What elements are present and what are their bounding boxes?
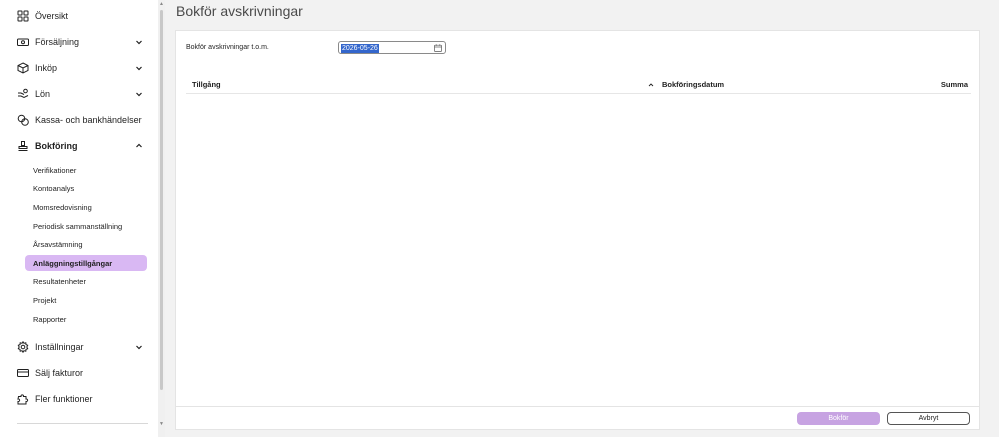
chevron-down-icon — [134, 90, 143, 99]
date-field-label: Bokför avskrivningar t.o.m. — [186, 44, 269, 51]
stamp-icon — [17, 140, 29, 152]
sort-ascending-icon[interactable] — [648, 82, 654, 88]
card-icon — [17, 367, 29, 379]
sidebar-item-label: Sälj fakturor — [35, 368, 84, 378]
sidebar-item-label: Fler funktioner — [35, 394, 93, 404]
sidebar-item-oversikt[interactable]: Översikt — [17, 6, 143, 26]
sidebar-item-fler-funktioner[interactable]: Fler funktioner — [17, 389, 143, 409]
scrollbar-thumb[interactable] — [160, 10, 163, 390]
sidebar-subitem-resultatenheter[interactable]: Resultatenheter — [25, 273, 147, 289]
cancel-button[interactable]: Avbryt — [887, 412, 970, 425]
sidebar-item-inkop[interactable]: Inköp — [17, 58, 143, 78]
gear-icon — [17, 341, 29, 353]
sidebar-item-salj-fakturor[interactable]: Sälj fakturor — [17, 363, 143, 383]
date-input[interactable]: 2026-05-26 — [338, 41, 446, 54]
grid-icon — [17, 10, 29, 22]
sidebar-item-forsaljning[interactable]: Försäljning — [17, 32, 143, 52]
panel-footer-divider — [176, 406, 979, 407]
sidebar-item-label: Lön — [35, 89, 51, 99]
sidebar-divider — [17, 423, 148, 424]
sidebar-subitem-projekt[interactable]: Projekt — [25, 292, 147, 308]
sidebar-item-label: Kassa- och bankhändelser — [35, 115, 142, 125]
coins-icon — [17, 114, 29, 126]
sidebar-item-label: Inställningar — [35, 342, 84, 352]
submit-button[interactable]: Bokför — [797, 412, 880, 425]
scroll-down-icon[interactable]: ▼ — [159, 422, 164, 427]
calendar-icon[interactable] — [434, 44, 442, 52]
table-header: Tillgång Bokföringsdatum Summa — [186, 78, 971, 94]
page-title: Bokför avskrivningar — [176, 3, 303, 19]
date-input-value: 2026-05-26 — [341, 43, 379, 53]
sidebar-subitem-momsredovisning[interactable]: Momsredovisning — [25, 199, 147, 215]
sidebar-subitem-periodisk-sammanstallning[interactable]: Periodisk sammanställning — [25, 218, 147, 234]
scroll-up-icon[interactable]: ▲ — [159, 2, 164, 7]
sidebar-item-label: Bokföring — [35, 141, 78, 151]
sidebar: Översikt Försäljning Inköp Lön Kassa- oc… — [0, 0, 158, 437]
column-header-summa[interactable]: Summa — [941, 80, 968, 89]
chevron-up-icon — [134, 142, 143, 151]
sidebar-item-bokforing[interactable]: Bokföring — [17, 136, 143, 156]
cash-icon — [17, 36, 29, 48]
hand-money-icon — [17, 88, 29, 100]
chevron-down-icon — [134, 343, 143, 352]
chevron-down-icon — [134, 38, 143, 47]
sidebar-subitem-kontoanalys[interactable]: Kontoanalys — [25, 180, 147, 196]
puzzle-icon — [17, 393, 29, 405]
sidebar-item-label: Försäljning — [35, 37, 80, 47]
sidebar-subitem-arsavstamning[interactable]: Årsavstämning — [25, 236, 147, 252]
sidebar-item-kassa-bank[interactable]: Kassa- och bankhändelser — [17, 110, 143, 130]
column-header-bokforingsdatum[interactable]: Bokföringsdatum — [662, 80, 724, 89]
main-panel: Bokför avskrivningar t.o.m. 2026-05-26 T… — [175, 30, 980, 430]
sidebar-subitem-rapporter[interactable]: Rapporter — [25, 311, 147, 327]
sidebar-item-lon[interactable]: Lön — [17, 84, 143, 104]
box-icon — [17, 62, 29, 74]
sidebar-scrollbar[interactable]: ▲ ▼ — [158, 0, 165, 437]
sidebar-subitem-verifikationer[interactable]: Verifikationer — [25, 162, 147, 178]
sidebar-item-installningar[interactable]: Inställningar — [17, 337, 143, 357]
chevron-down-icon — [134, 64, 143, 73]
sidebar-subitem-anlaggningstillgangar[interactable]: Anläggningstillgångar — [25, 255, 147, 271]
sidebar-item-label: Översikt — [35, 11, 69, 21]
sidebar-item-label: Inköp — [35, 63, 58, 73]
column-header-tillgang[interactable]: Tillgång — [192, 80, 221, 89]
